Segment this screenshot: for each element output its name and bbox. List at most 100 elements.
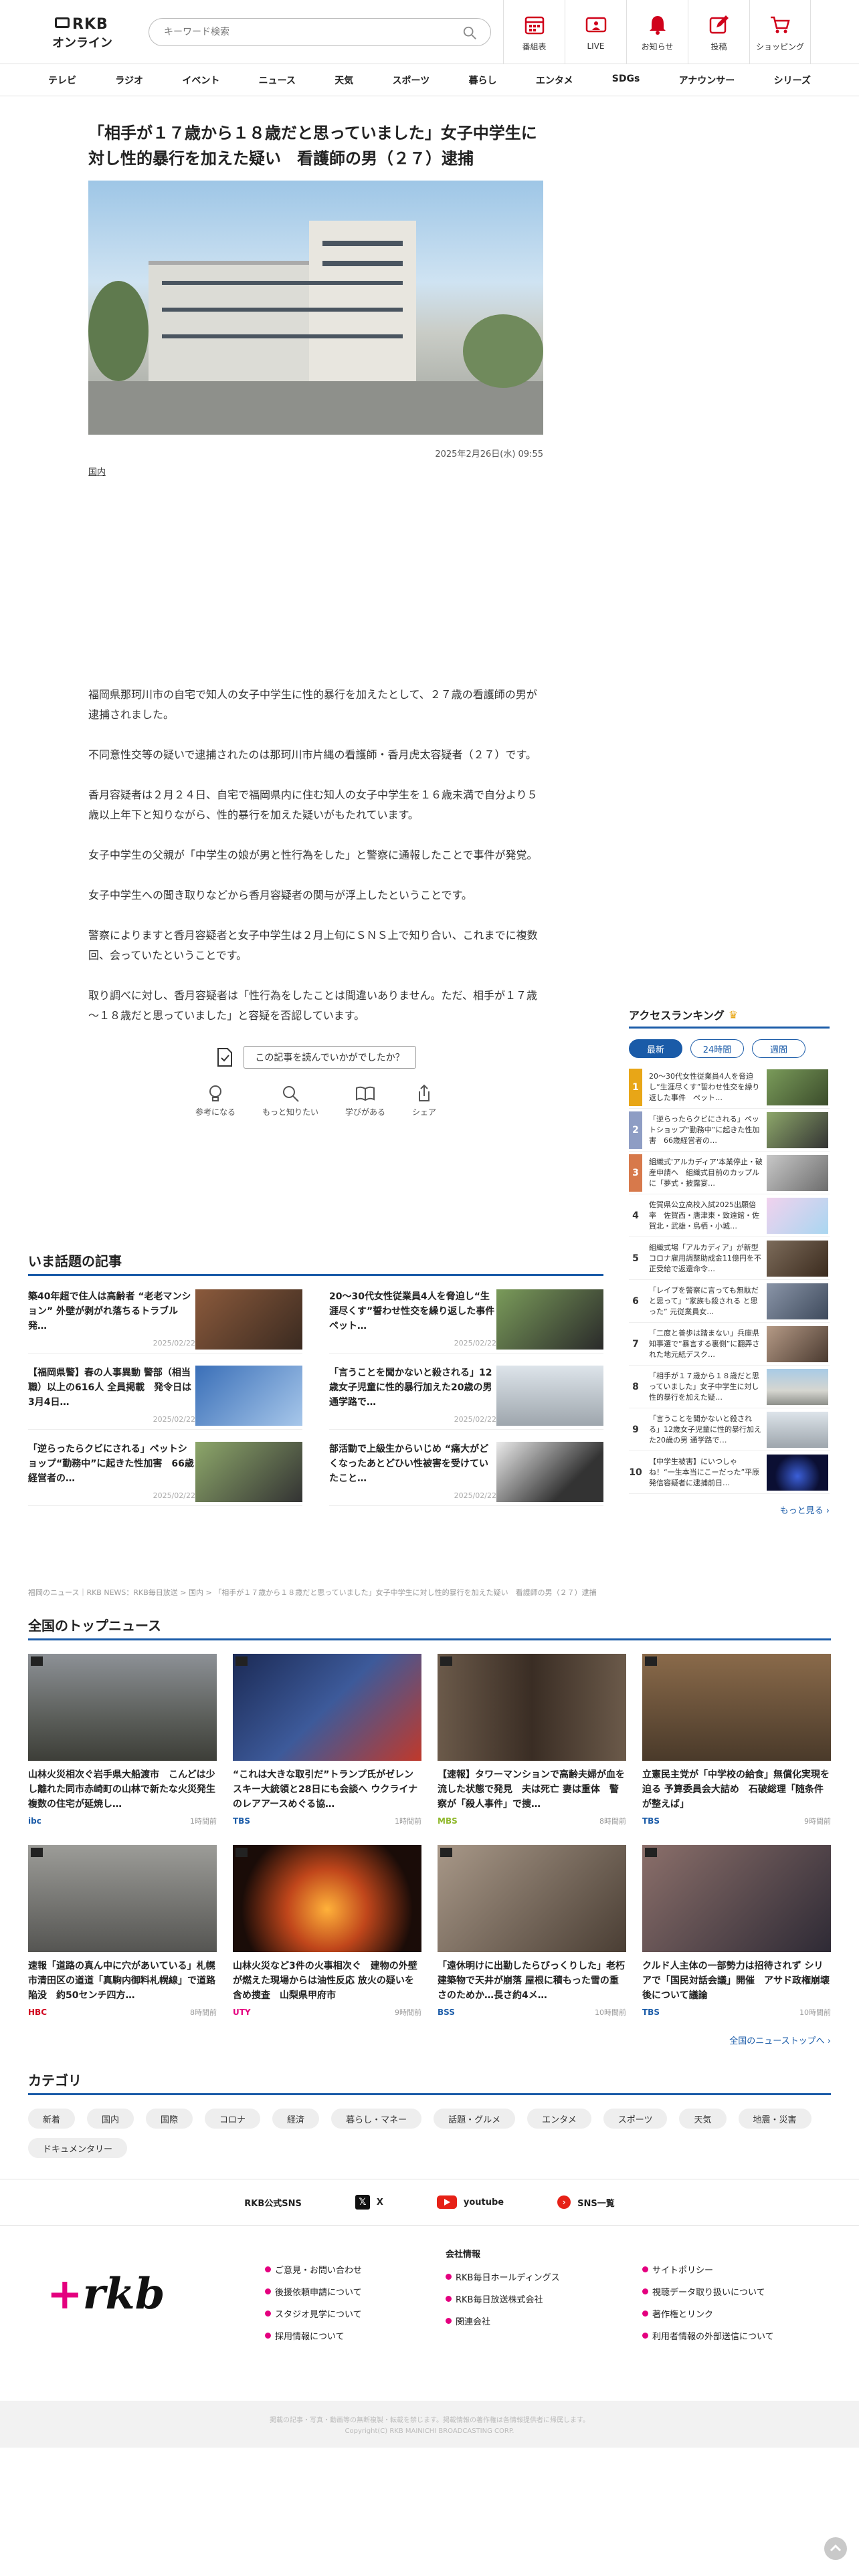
- cart-icon: [771, 16, 790, 33]
- reaction-want-more[interactable]: もっと知りたい: [262, 1083, 318, 1117]
- footer-link[interactable]: 著作権とリンク: [642, 2307, 774, 2320]
- trending-card[interactable]: 築40年超で住人は高齢者 “老老マンション” 外壁が剥がれ落ちるトラブル発… 20…: [28, 1289, 302, 1354]
- search-input[interactable]: [164, 19, 458, 45]
- news-card[interactable]: 立憲民主党が「中学校の給食」無償化実現を迫る 予算委員会大詰め 石破総理「随条件…: [642, 1654, 831, 1826]
- reaction-learning[interactable]: 学びがある: [345, 1083, 385, 1117]
- footer-link[interactable]: ご意見・お問い合わせ: [265, 2263, 362, 2276]
- category-chip[interactable]: ドキュメンタリー: [28, 2138, 128, 2158]
- search-box: [149, 18, 491, 46]
- footer-link[interactable]: サイトポリシー: [642, 2263, 774, 2276]
- news-card[interactable]: 山林火災など3件の火事相次ぐ 建物の外壁が燃えた現場からは油性反応 放火の疑いを…: [233, 1845, 421, 2018]
- nav-post[interactable]: 投稿: [688, 0, 749, 64]
- nav-live[interactable]: LIVE: [565, 0, 626, 64]
- ranking-item[interactable]: 8 「相手が１７歳から１８歳だと思っていました」女子中学生に対し性的暴行を加えた疑…: [629, 1366, 830, 1408]
- category-chip[interactable]: 新着: [28, 2109, 76, 2129]
- trending-card[interactable]: 「逆らったらクビにされる」ペットショップ“勤務中”に起きた性加害 66歳経営者の…: [28, 1442, 302, 1506]
- category-chip[interactable]: 暮らし・マネー: [331, 2109, 422, 2129]
- rank-number: 2: [629, 1111, 642, 1149]
- catnav-item[interactable]: イベント: [182, 74, 219, 87]
- tab-weekly[interactable]: 週間: [752, 1039, 805, 1058]
- sns-x-link[interactable]: 𝕏X: [355, 2195, 383, 2210]
- catnav-item[interactable]: テレビ: [48, 74, 76, 87]
- category-chip[interactable]: 経済: [272, 2109, 320, 2129]
- ranking-item[interactable]: 4 佐賀県公立高校入試2025出願倍率 佐賀西・唐津東・致遠館・佐賀北・武雄・鳥栖…: [629, 1194, 830, 1237]
- ranking-item[interactable]: 5 組織式場「アルカディア」が新型コロナ雇用調整助成金11億円を不正受給で返還命令…: [629, 1237, 830, 1280]
- feedback-button[interactable]: この記事を読んでいかがでしたか？: [244, 1046, 416, 1069]
- sns-youtube-label: youtube: [463, 2197, 504, 2208]
- trending-card[interactable]: 【福岡県警】春の人事異動 警部（相当職）以上の616人 全員掲載 発令日は3月4…: [28, 1366, 302, 1430]
- catnav-item[interactable]: ニュース: [259, 74, 296, 87]
- footer-link[interactable]: RKB毎日ホールディングス: [446, 2270, 560, 2283]
- catnav-item[interactable]: ラジオ: [115, 74, 143, 87]
- rkb-footer-logo[interactable]: +rkb: [47, 2269, 165, 2319]
- sns-list-label: SNS一覧: [577, 2198, 615, 2209]
- nav-program-guide[interactable]: 番組表: [503, 0, 565, 64]
- category-chip[interactable]: コロナ: [205, 2109, 261, 2129]
- news-card[interactable]: “これは大きな取引だ”トランプ氏がゼレンスキー大統領と28日にも会談へ ウクライ…: [233, 1654, 421, 1826]
- nav-shopping[interactable]: ショッピング: [749, 0, 811, 64]
- footer-link[interactable]: RKB毎日放送株式会社: [446, 2292, 560, 2305]
- footer-link[interactable]: 視聴データ取り扱いについて: [642, 2285, 774, 2298]
- nav-label: お知らせ: [641, 41, 674, 51]
- reaction-share[interactable]: シェア: [412, 1083, 436, 1117]
- tab-latest[interactable]: 最新: [629, 1039, 682, 1058]
- catnav-item[interactable]: エンタメ: [536, 74, 573, 87]
- trending-card[interactable]: 「言うことを聞かないと殺される」12歳女子児童に性的暴行加えた20歳の男 通学路…: [329, 1366, 603, 1430]
- bullet-icon: [265, 2266, 271, 2272]
- news-card[interactable]: 「遠休明けに出勤したらびっくりした」老朽建築物で天井が崩落 屋根に積もった雪の重…: [438, 1845, 626, 2018]
- catnav-item[interactable]: アナウンサー: [679, 74, 735, 87]
- news-source: TBS: [642, 2008, 660, 2017]
- catnav-item[interactable]: シリーズ: [774, 74, 811, 87]
- trending-card[interactable]: 20～30代女性従業員4人を脅迫し“生涯尽くす”誓わせ性交を繰り返した事件 ペッ…: [329, 1289, 603, 1354]
- trending-card-date: 2025/02/22: [153, 1339, 195, 1348]
- ranking-item[interactable]: 7 「二度と善歩は踏まない」兵庫県知事選で“暴言する裏側”に翻弄された地元紙デスク…: [629, 1323, 830, 1366]
- category-chip[interactable]: 国内: [87, 2109, 134, 2129]
- footer-link[interactable]: 後援依頼申請について: [265, 2285, 362, 2298]
- ranking-item[interactable]: 6 「レイプを警察に言っても無駄だと思って」“家族も殺される と思った” 元従業員…: [629, 1280, 830, 1323]
- ranking-item[interactable]: 3 組織式'アルカディア'本業停止・破産申請へ 組織式目前のカップルに「夢式・披露…: [629, 1152, 830, 1194]
- category-chip[interactable]: 地震・災害: [738, 2109, 812, 2129]
- ranking-tabs: 最新 24時間 週間: [629, 1039, 830, 1058]
- catnav-item[interactable]: SDGs: [612, 74, 640, 87]
- catnav-item[interactable]: 天気: [335, 74, 353, 87]
- footer-link[interactable]: 利用者情報の外部送信について: [642, 2329, 774, 2342]
- sns-youtube-link[interactable]: youtube: [436, 2195, 504, 2209]
- ranking-item-title: 「言うことを聞かないと殺される」12歳女子児童に性的暴行加えた20歳の男 通学路…: [649, 1414, 761, 1444]
- reaction-helpful[interactable]: 参考になる: [195, 1083, 235, 1117]
- category-chip[interactable]: スポーツ: [603, 2109, 668, 2129]
- ranking-item[interactable]: 10 【中学生被害】にいつしゃね！“一生本当にこーだった”平原発信容疑者に逮捕前日…: [629, 1451, 830, 1494]
- catnav-item[interactable]: 暮らし: [469, 74, 497, 87]
- news-source: TBS: [233, 1816, 250, 1826]
- ranking-item[interactable]: 1 20～30代女性従業員4人を脅迫し“生涯尽くす”誓わせ性交を繰り返した事件 ペ…: [629, 1066, 830, 1109]
- category-chip[interactable]: エンタメ: [527, 2109, 591, 2129]
- search-icon[interactable]: [462, 25, 477, 40]
- footer-link[interactable]: スタジオ見学について: [265, 2307, 362, 2320]
- footer-link[interactable]: 関連会社: [446, 2315, 560, 2327]
- news-card[interactable]: 【速報】タワーマンションで高齢夫婦が血を流した状態で発見 夫は死亡 妻は重体 警…: [438, 1654, 626, 1826]
- trending-card[interactable]: 部活動で上級生からいじめ “痛大がどくなったあとどひい性被害を受けていたこと… 2…: [329, 1442, 603, 1506]
- news-card[interactable]: クルド人主体の一部勢力は招待されず シリアで「国民対話会議」開催 アサド政権崩壊…: [642, 1845, 831, 2018]
- breadcrumb[interactable]: 福岡のニュース｜RKB NEWS：RKB毎日放送 > 国内 > 「相手が１７歳か…: [28, 1587, 831, 1598]
- sns-x-label: X: [376, 2197, 383, 2208]
- arrow-right-icon: ›: [557, 2195, 571, 2209]
- category-chip[interactable]: 話題・グルメ: [434, 2109, 516, 2129]
- category-chip[interactable]: 国際: [146, 2109, 193, 2129]
- video-icon: [235, 1848, 248, 1857]
- ranking-more-link[interactable]: もっと見る ›: [629, 1503, 830, 1516]
- rkb-online-logo[interactable]: RKB オンライン: [52, 15, 112, 50]
- tab-24h[interactable]: 24時間: [690, 1039, 744, 1058]
- news-time: 10時間前: [799, 2008, 831, 2017]
- news-card[interactable]: 速報「道路の真ん中に穴があいている」札幌市清田区の道道「真駒内御料札幌線」で道路…: [28, 1845, 217, 2018]
- back-to-top-button[interactable]: [824, 2537, 847, 2560]
- sns-list-link[interactable]: › SNS一覧: [557, 2195, 615, 2209]
- catnav-item[interactable]: スポーツ: [393, 74, 430, 87]
- more-label: もっと見る: [779, 1506, 824, 1516]
- article-category-tag[interactable]: 国内: [88, 465, 543, 477]
- category-chip[interactable]: 天気: [679, 2109, 727, 2129]
- news-card[interactable]: 山林火災相次ぐ岩手県大船渡市 こんどは少し離れた同市赤崎町の山林で新たな火災発生…: [28, 1654, 217, 1826]
- ranking-item[interactable]: 2 「逆らったらクビにされる」ペットショップ“勤務中”に起きた性加害 66歳経営者…: [629, 1109, 830, 1152]
- topnews-more-link[interactable]: 全国のニューストップへ ›: [28, 2034, 831, 2046]
- nav-notifications[interactable]: お知らせ: [626, 0, 688, 64]
- ranking-item[interactable]: 9 「言うことを聞かないと殺される」12歳女子児童に性的暴行加えた20歳の男 通学…: [629, 1408, 830, 1451]
- footer-link[interactable]: 採用情報について: [265, 2329, 362, 2342]
